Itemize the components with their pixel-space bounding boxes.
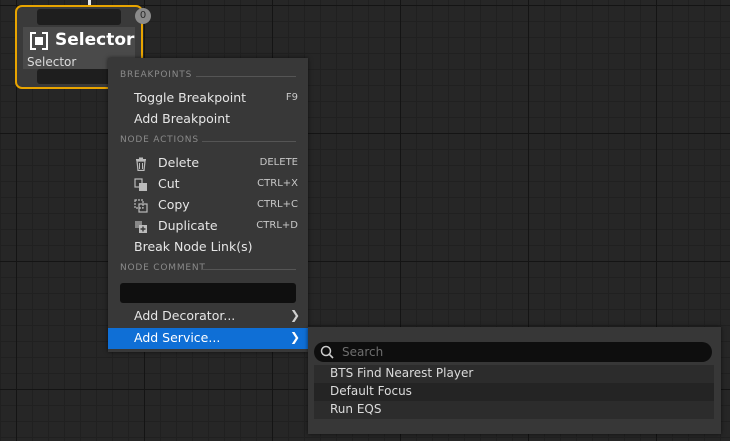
list-item[interactable]: Run EQS xyxy=(314,401,714,419)
add-service-label: Add Service... xyxy=(134,330,221,345)
break-node-links-label: Break Node Link(s) xyxy=(134,239,253,254)
search-input[interactable] xyxy=(342,343,702,361)
break-node-links-item[interactable]: Break Node Link(s) xyxy=(108,237,308,258)
list-item[interactable]: Default Focus xyxy=(314,383,714,401)
search-icon xyxy=(320,345,334,359)
node-comment-input[interactable] xyxy=(120,283,296,303)
selector-icon xyxy=(30,32,48,50)
cut-item[interactable]: Cut CTRL+X xyxy=(108,174,308,195)
copy-label: Copy xyxy=(158,197,190,212)
list-item[interactable]: BTS Find Nearest Player xyxy=(314,365,714,383)
toggle-breakpoint-shortcut: F9 xyxy=(285,92,298,103)
cut-shortcut: CTRL+X xyxy=(257,178,298,189)
add-breakpoint-label: Add Breakpoint xyxy=(134,111,231,126)
delete-item[interactable]: Delete DELETE xyxy=(108,153,308,174)
chevron-right-icon: ❯ xyxy=(289,308,300,322)
search-box xyxy=(314,342,712,362)
duplicate-shortcut: CTRL+D xyxy=(256,220,298,231)
duplicate-icon xyxy=(135,221,147,233)
list-item-label: Run EQS xyxy=(330,402,382,416)
context-menu: BREAKPOINTS Toggle Breakpoint F9 Add Bre… xyxy=(108,58,308,352)
add-breakpoint-item[interactable]: Add Breakpoint xyxy=(108,109,308,130)
duplicate-item[interactable]: Duplicate CTRL+D xyxy=(108,216,308,237)
copy-item[interactable]: Copy CTRL+C xyxy=(108,195,308,216)
toggle-breakpoint-item[interactable]: Toggle Breakpoint F9 xyxy=(108,88,308,109)
add-service-submenu: BTS Find Nearest Player Default Focus Ru… xyxy=(308,327,721,434)
list-item-label: Default Focus xyxy=(330,384,412,398)
duplicate-label: Duplicate xyxy=(158,218,218,233)
toggle-breakpoint-label: Toggle Breakpoint xyxy=(134,90,247,105)
cut-icon xyxy=(134,178,147,191)
trash-icon xyxy=(136,157,146,171)
section-node-actions: NODE ACTIONS xyxy=(120,135,296,145)
delete-label: Delete xyxy=(158,155,200,170)
delete-shortcut: DELETE xyxy=(259,157,298,168)
copy-icon xyxy=(134,199,148,213)
execution-index-badge: 0 xyxy=(135,8,151,24)
section-node-comment: NODE COMMENT xyxy=(120,263,296,273)
service-list: BTS Find Nearest Player Default Focus Ru… xyxy=(314,365,714,419)
list-item-label: BTS Find Nearest Player xyxy=(330,366,474,380)
cut-label: Cut xyxy=(158,176,180,191)
chevron-right-icon: ❯ xyxy=(289,330,300,344)
node-title: Selector xyxy=(55,30,135,50)
copy-shortcut: CTRL+C xyxy=(257,199,298,210)
section-breakpoints: BREAKPOINTS xyxy=(120,70,296,80)
add-service-item[interactable]: Add Service... ❯ xyxy=(108,328,308,349)
node-subtitle: Selector xyxy=(27,55,77,69)
add-decorator-label: Add Decorator... xyxy=(134,308,236,323)
input-pin[interactable] xyxy=(37,9,121,25)
add-decorator-item[interactable]: Add Decorator... ❯ xyxy=(108,306,308,327)
